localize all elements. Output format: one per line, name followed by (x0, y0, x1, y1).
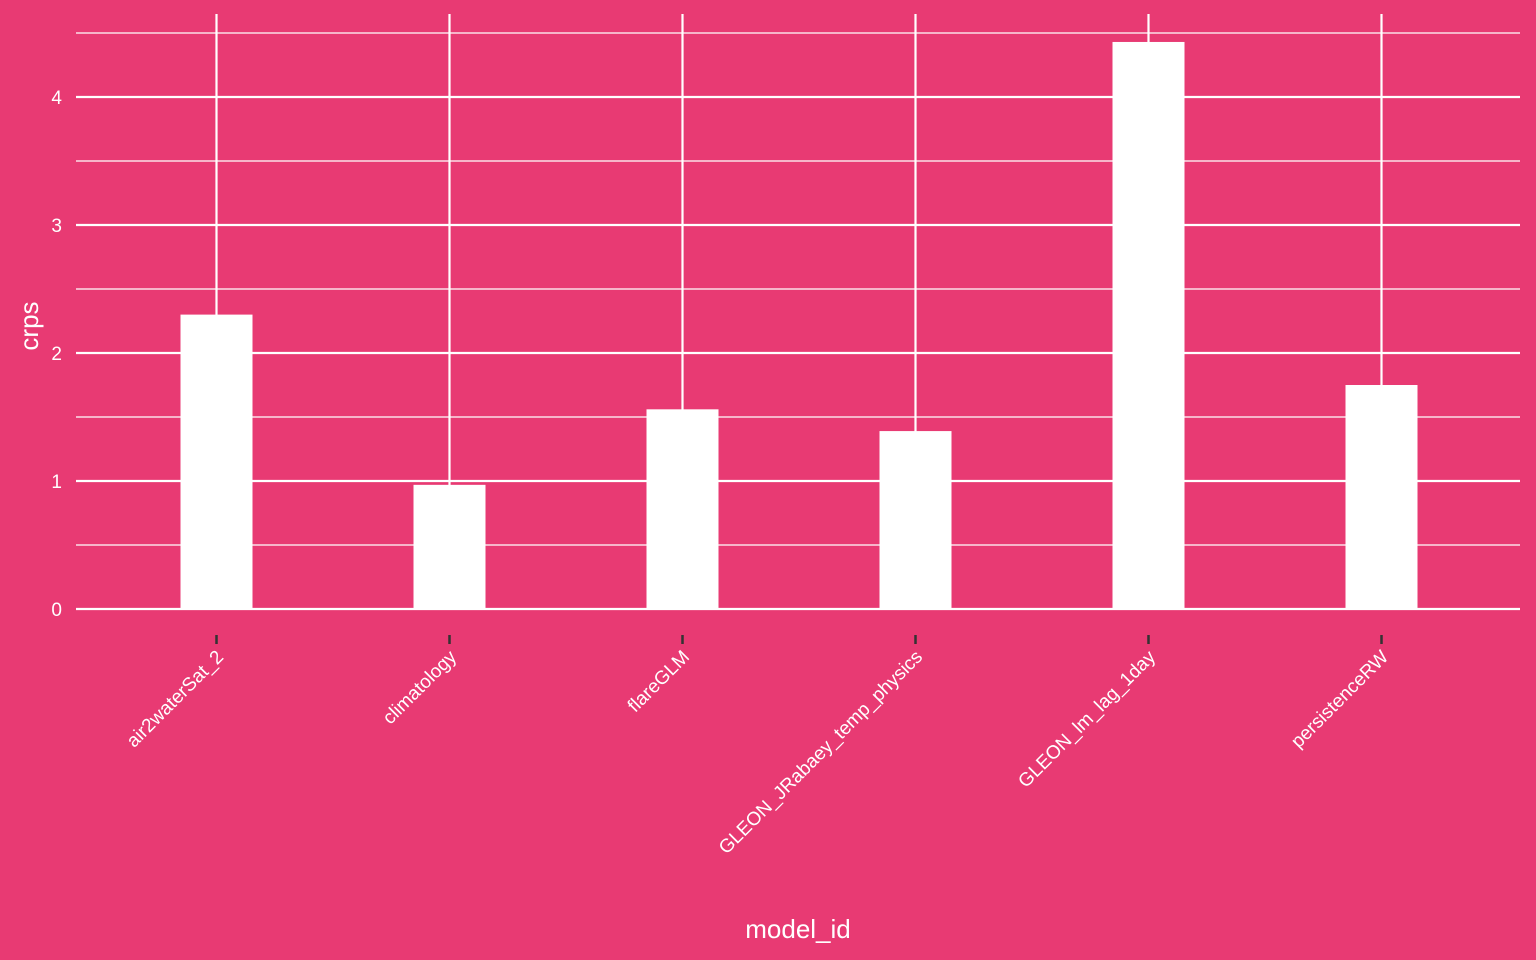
bar-flareGLM (646, 409, 719, 609)
y-tick-label: 2 (51, 344, 62, 365)
bar-persistenceRW (1345, 385, 1418, 609)
bar-GLEON_JRabaey_temp_physics (879, 431, 952, 609)
x-axis-title: model_id (745, 914, 851, 944)
y-tick-label: 4 (51, 88, 62, 109)
bar-chart: 01234 air2waterSat_2 climatology flareGLM G… (0, 0, 1536, 960)
bar-air2waterSat_2 (180, 314, 253, 609)
y-tick-label: 3 (51, 216, 62, 237)
bar-climatology (413, 484, 486, 609)
bar-GLEON_lm_lag_1day (1112, 41, 1185, 609)
y-tick-label: 0 (51, 600, 62, 621)
y-axis-title: crps (14, 301, 44, 350)
y-tick-label: 1 (51, 472, 62, 493)
